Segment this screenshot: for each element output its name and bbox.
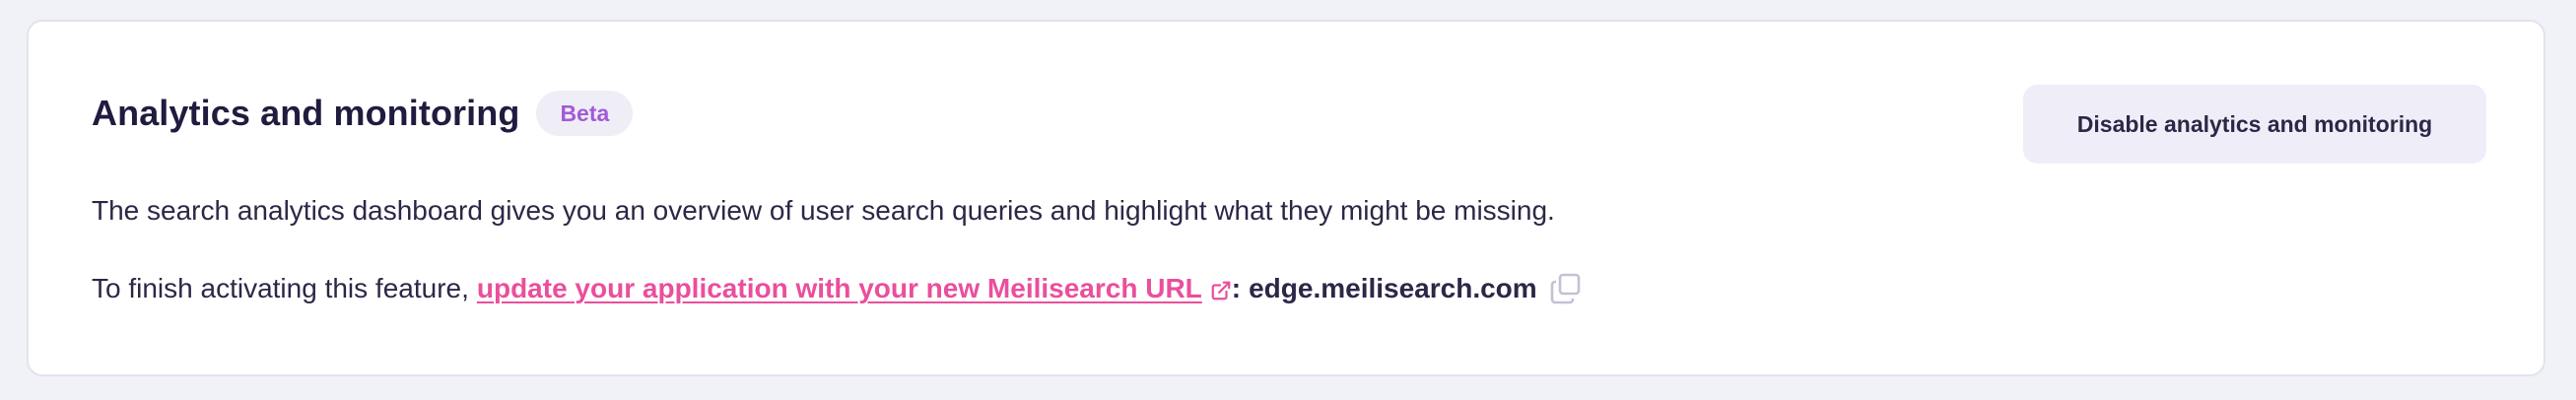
analytics-monitoring-card: Analytics and monitoring Beta Disable an… (27, 20, 2545, 376)
activation-prefix: To finish activating this feature, (92, 273, 469, 303)
activation-instructions: To finish activating this feature, updat… (92, 272, 1583, 305)
analytics-description: The search analytics dashboard gives you… (92, 195, 1555, 226)
disable-analytics-button[interactable]: Disable analytics and monitoring (2023, 85, 2486, 164)
card-title: Analytics and monitoring (92, 93, 520, 133)
external-link-icon[interactable] (1210, 277, 1232, 300)
card-header: Analytics and monitoring Beta (92, 89, 634, 138)
beta-badge: Beta (536, 91, 634, 136)
meilisearch-url: edge.meilisearch.com (1249, 273, 1537, 303)
update-application-link[interactable]: update your application with your new Me… (477, 273, 1202, 304)
copy-icon[interactable] (1549, 272, 1583, 305)
url-separator: : (1231, 273, 1242, 303)
